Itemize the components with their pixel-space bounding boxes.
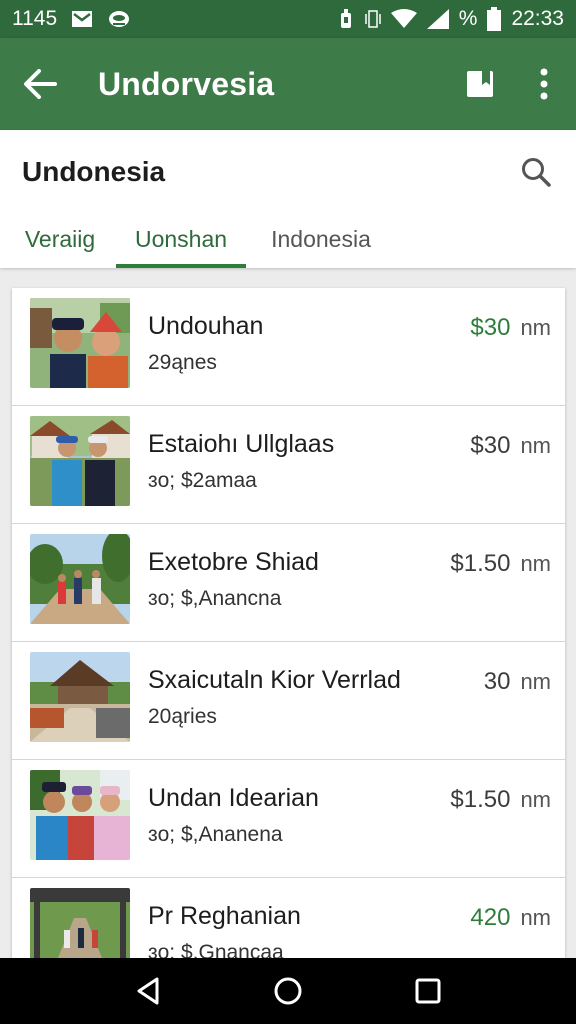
status-bar: 1145 % 22:33 xyxy=(0,0,576,38)
bookmark-icon xyxy=(467,71,493,97)
list-item[interactable]: Estaiohı Ullglaas ɜo; $2amaa $30 nm xyxy=(12,406,565,524)
people-selfie-photo xyxy=(30,298,130,388)
notification-app-icon xyxy=(107,9,131,29)
app-bar-title: Undorvesia xyxy=(98,65,275,102)
item-price: $1.50 nm xyxy=(450,550,551,578)
item-price-unit: nm xyxy=(520,315,551,340)
mail-icon xyxy=(71,10,93,28)
status-clock: 22:33 xyxy=(511,7,564,30)
item-price: 30 nm xyxy=(484,668,551,696)
search-icon xyxy=(522,158,551,187)
search-button[interactable] xyxy=(514,150,558,194)
item-price-amount: $1.50 xyxy=(450,786,511,813)
status-left-time: 1145 xyxy=(12,7,58,30)
list-item[interactable]: Undouhan 29ąnes $30 nm xyxy=(12,288,565,406)
app-bar: Undorvesia xyxy=(0,38,576,130)
pavilion-photo xyxy=(30,652,130,742)
alarm-icon xyxy=(337,8,355,30)
back-triangle-icon xyxy=(137,977,159,1005)
item-subtitle: 29ąnes xyxy=(148,351,217,374)
list-item[interactable]: Sxaicutaln Kior Verrlad 20ąries 30 nm xyxy=(12,642,565,760)
system-nav-bar xyxy=(0,958,576,1024)
more-vert-icon xyxy=(540,68,548,100)
item-name: Undan Idearian xyxy=(148,784,319,812)
vibrate-icon xyxy=(365,9,381,29)
item-price-amount: 420 xyxy=(470,904,511,931)
nav-recents-button[interactable] xyxy=(398,961,458,1021)
section-title: Undonesia xyxy=(22,156,166,187)
item-subtitle: 20ąries xyxy=(148,705,217,728)
recents-square-icon xyxy=(415,978,441,1004)
arrow-left-icon xyxy=(24,69,57,99)
item-price: $30 nm xyxy=(470,432,551,460)
item-price: $1.50 nm xyxy=(450,786,551,814)
tab-veraiig[interactable]: Veraiig xyxy=(0,210,116,268)
item-name: Estaiohı Ullglaas xyxy=(148,430,335,458)
item-price-unit: nm xyxy=(520,433,551,458)
item-name: Sxaicutaln Kior Verrlad xyxy=(148,666,401,694)
section-header: Undonesia Veraiig Uonshan Indonesia xyxy=(0,130,576,268)
bookmark-button[interactable] xyxy=(448,38,512,130)
item-price-amount: 30 xyxy=(483,668,511,695)
item-name: Exetobre Shiad xyxy=(148,548,319,576)
tab-indonesia[interactable]: Indonesia xyxy=(246,210,396,268)
two-men-village-photo xyxy=(30,416,130,506)
item-price-unit: nm xyxy=(520,551,551,576)
home-circle-icon xyxy=(274,977,302,1005)
wifi-icon xyxy=(390,9,417,29)
item-name: Pr Reghanian xyxy=(148,902,301,930)
battery-percent-text: % xyxy=(458,7,478,30)
list-item[interactable]: Exetobre Shiad ɜo; $,Anancna $1.50 nm xyxy=(12,524,565,642)
item-subtitle: ɜo; $,Ananena xyxy=(148,823,283,846)
item-price-unit: nm xyxy=(520,787,551,812)
item-subtitle: ɜo; $,Gnancaa xyxy=(148,941,284,958)
item-name: Undouhan xyxy=(148,312,264,340)
list-item[interactable]: Pr Reghanian ɜo; $,Gnancaa 420 nm xyxy=(12,878,565,958)
item-price-amount: $30 xyxy=(470,314,511,341)
results-list: Undouhan 29ąnes $30 nm Estaiohı Ullglaas… xyxy=(12,288,565,958)
item-price-amount: $30 xyxy=(470,432,511,459)
nav-back-button[interactable] xyxy=(118,961,178,1021)
item-price-amount: $1.50 xyxy=(450,550,511,577)
tab-uonshan[interactable]: Uonshan xyxy=(116,210,246,268)
list-item[interactable]: Undan Idearian ɜo; $,Ananena $1.50 nm xyxy=(12,760,565,878)
battery-icon xyxy=(487,7,502,31)
item-price-unit: nm xyxy=(520,669,551,694)
tab-bar: Veraiig Uonshan Indonesia xyxy=(0,210,576,268)
more-options-button[interactable] xyxy=(512,38,576,130)
item-price-unit: nm xyxy=(520,905,551,930)
item-price: 420 nm xyxy=(470,904,551,932)
four-people-photo xyxy=(30,770,130,860)
covered-walkway-photo xyxy=(30,888,130,958)
group-road-photo xyxy=(30,534,130,624)
item-subtitle: ɜo; $,Anancna xyxy=(148,587,282,610)
signal-icon xyxy=(426,9,449,29)
back-button[interactable] xyxy=(0,38,80,130)
item-price: $30 nm xyxy=(470,314,551,342)
item-subtitle: ɜo; $2amaa xyxy=(148,469,257,492)
nav-home-button[interactable] xyxy=(258,961,318,1021)
